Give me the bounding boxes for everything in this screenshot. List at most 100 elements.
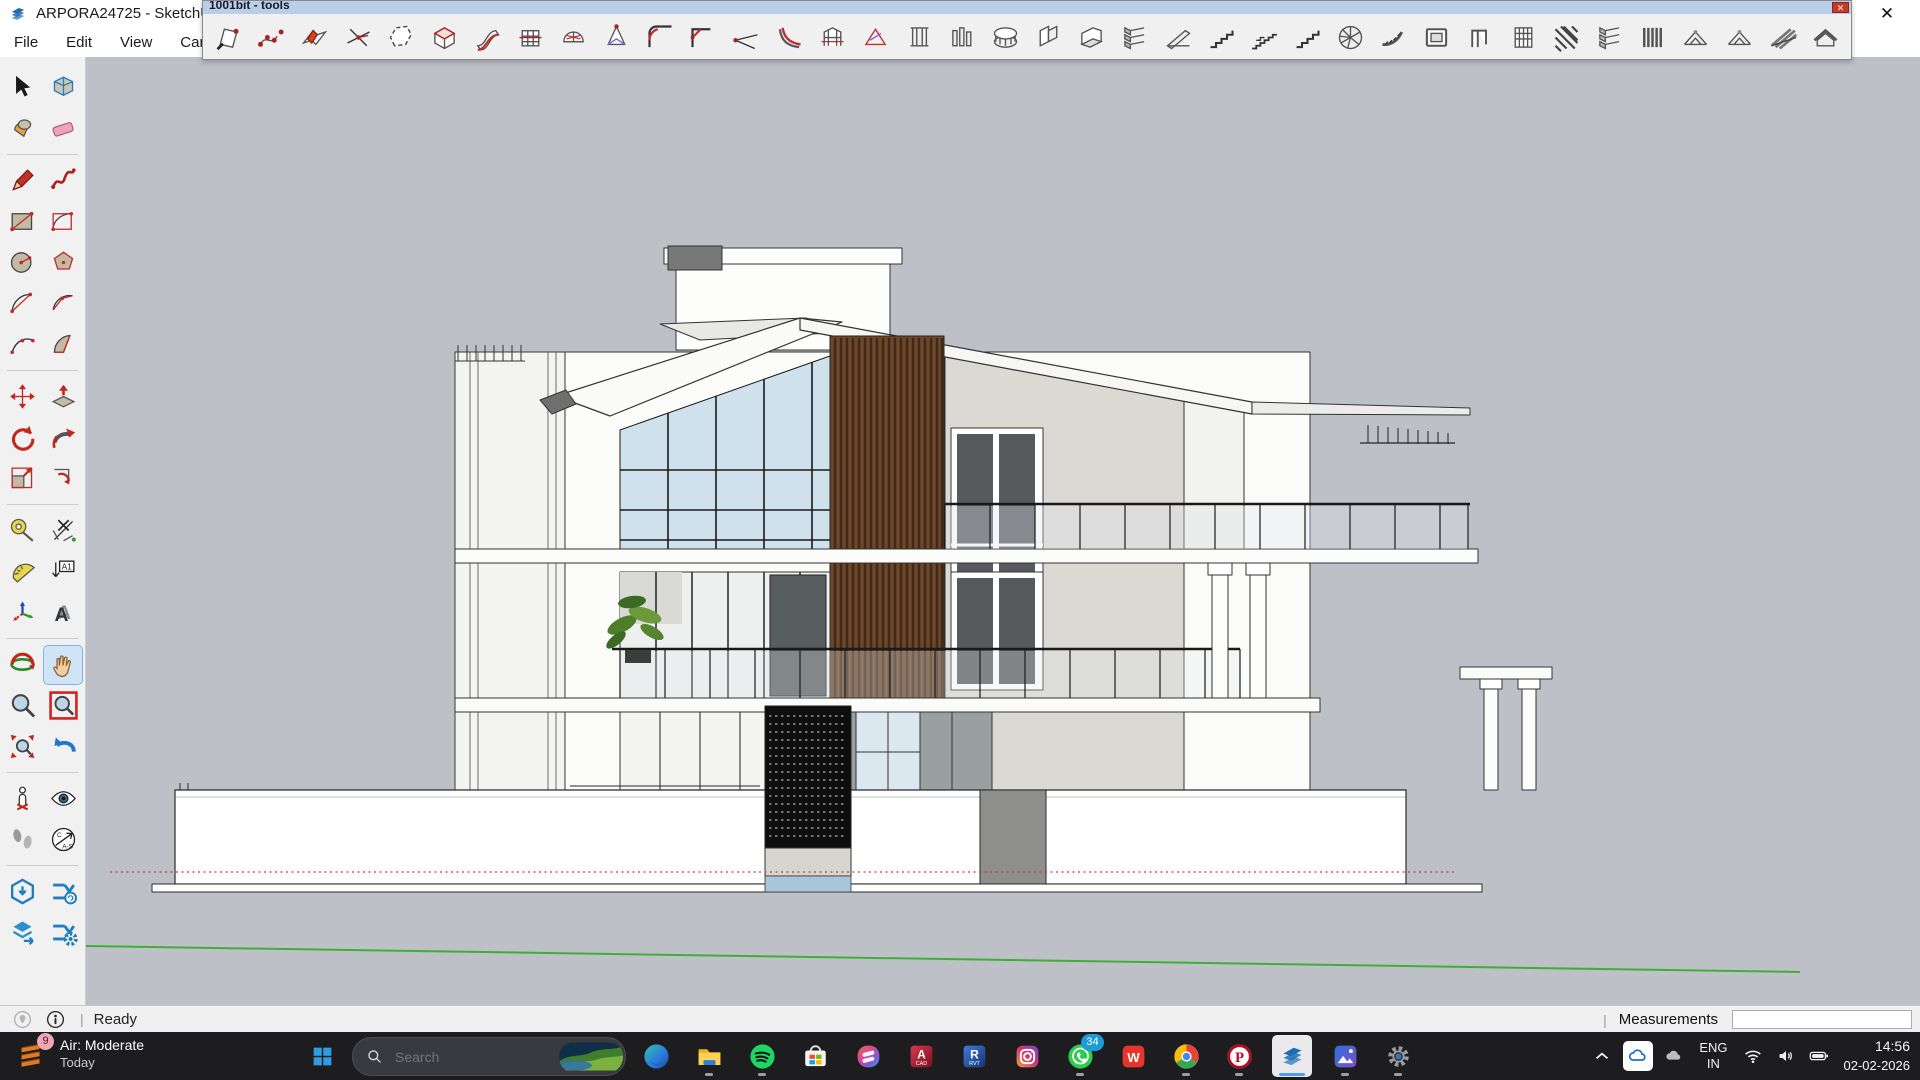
plugin-tool-rafter-array[interactable] (1761, 17, 1804, 57)
plugin-tool-solid-box[interactable] (423, 17, 466, 57)
tool-position-camera[interactable] (3, 780, 41, 818)
measurements-input[interactable] (1732, 1010, 1912, 1029)
tool-text[interactable] (44, 553, 82, 591)
tool-dimension[interactable] (44, 512, 82, 550)
plugin-tool-wall-wedge[interactable] (1070, 17, 1113, 57)
plugin-tool-louvre-stack[interactable] (1588, 17, 1631, 57)
tool-three-point-arc[interactable] (3, 326, 41, 364)
tool-zoom[interactable] (3, 687, 41, 725)
plugin-tool-chamfer-corner[interactable] (682, 17, 725, 57)
plugin-tool-dashed-face[interactable] (380, 17, 423, 57)
plugin-tool-curved-ribbon[interactable] (466, 17, 509, 57)
plugin-tool-face-with-point[interactable] (207, 17, 250, 57)
taskbar-app-sketchup[interactable] (1272, 1035, 1312, 1077)
taskbar-app-settings[interactable] (1378, 1035, 1418, 1077)
plugin-tool-sloped-plane[interactable] (854, 17, 897, 57)
plugin-toolbar-titlebar[interactable]: 1001bit - tools ✕ (203, 1, 1851, 14)
taskbar-app-pinterest[interactable] (1219, 1035, 1259, 1077)
plugin-tool-space-truss[interactable] (1674, 17, 1717, 57)
menu-file[interactable]: File (0, 34, 52, 51)
start-button[interactable] (305, 1040, 339, 1072)
model-viewport[interactable] (86, 57, 1920, 1005)
tray-chevron-icon[interactable] (1590, 1044, 1614, 1068)
plugin-tool-dome[interactable] (552, 17, 595, 57)
plugin-tool-window-grille[interactable] (1502, 17, 1545, 57)
tool-select[interactable] (3, 69, 41, 107)
plugin-tool-fillet-corner[interactable] (639, 17, 682, 57)
tool-extension-settings[interactable] (44, 914, 82, 952)
taskbar-search[interactable] (352, 1037, 626, 1076)
plugin-tool-truss-frame[interactable] (1717, 17, 1760, 57)
tool-look-around[interactable] (44, 780, 82, 818)
plugin-toolbar-close-button[interactable]: ✕ (1832, 2, 1849, 13)
tool-rotated-rectangle[interactable] (44, 203, 82, 241)
tool-protractor[interactable] (3, 553, 41, 591)
tool-follow-me[interactable] (44, 419, 82, 457)
search-input[interactable] (393, 1048, 547, 1066)
tool-extension-import[interactable] (3, 873, 41, 911)
taskbar-app-microsoft-store[interactable] (795, 1035, 835, 1077)
tool-3d-text[interactable] (44, 594, 82, 632)
tool-freehand[interactable] (44, 162, 82, 200)
taskbar-app-microsoft-edge[interactable] (636, 1035, 676, 1077)
tool-paint-bucket[interactable] (3, 110, 41, 148)
tool-push-pull[interactable] (44, 378, 82, 416)
tool-polygon[interactable] (44, 244, 82, 282)
volume-icon[interactable] (1774, 1044, 1798, 1068)
menu-edit[interactable]: Edit (52, 34, 106, 51)
tool-walk[interactable] (3, 821, 41, 859)
plugin-tool-vertical-fins[interactable] (1631, 17, 1674, 57)
help-info-icon[interactable] (45, 1009, 66, 1030)
plugin-tool-lattice-screen[interactable] (1545, 17, 1588, 57)
tool-orbit[interactable] (3, 646, 41, 684)
plugin-tool-ramp[interactable] (1156, 17, 1199, 57)
plugin-tool-window-frame[interactable] (1415, 17, 1458, 57)
plugin-tool-intersect-lines[interactable] (336, 17, 379, 57)
tool-eraser[interactable] (44, 110, 82, 148)
tool-tape-measure[interactable] (3, 512, 41, 550)
tool-scale[interactable] (3, 460, 41, 498)
plugin-tool-framed-box[interactable] (509, 17, 552, 57)
tool-pie[interactable] (44, 326, 82, 364)
plugin-tool-frame-cage[interactable] (811, 17, 854, 57)
taskbar-app-revit[interactable] (954, 1035, 994, 1077)
language-indicator[interactable]: ENG IN (1699, 1040, 1727, 1071)
plugin-tool-stair-landing[interactable] (1286, 17, 1329, 57)
tool-axes[interactable] (3, 594, 41, 632)
plugin-tool-extrude-flip[interactable] (293, 17, 336, 57)
taskbar-app-instagram[interactable] (1007, 1035, 1047, 1077)
tool-two-point-arc[interactable] (44, 285, 82, 323)
tool-extension-sync[interactable] (44, 873, 82, 911)
taskbar-app-chrome[interactable] (1166, 1035, 1206, 1077)
plugin-tool-colonnade[interactable] (898, 17, 941, 57)
tool-circle[interactable] (3, 244, 41, 282)
plugin-tool-spiral-stair[interactable] (1329, 17, 1372, 57)
plugin-tool-roof-panel[interactable] (1804, 17, 1847, 57)
plugin-tool-offset-curve[interactable] (768, 17, 811, 57)
tool-line[interactable] (3, 162, 41, 200)
taskbar-app-photos[interactable] (1325, 1035, 1365, 1077)
menu-view[interactable]: View (106, 34, 166, 51)
plugin-tool-curve-points[interactable] (250, 17, 293, 57)
tool-section-plane[interactable] (44, 821, 82, 859)
tool-arc[interactable] (3, 285, 41, 323)
tool-rotate[interactable] (3, 419, 41, 457)
geolocation-icon[interactable] (12, 1009, 33, 1030)
plugin-tool-stair-flight[interactable] (1243, 17, 1286, 57)
plugin-tool-circular-array[interactable] (984, 17, 1027, 57)
tool-rectangle[interactable] (3, 203, 41, 241)
plugin-tool-folded-panel[interactable] (1027, 17, 1070, 57)
wifi-icon[interactable] (1741, 1044, 1765, 1068)
tool-previous-view[interactable] (44, 728, 82, 766)
taskbar-app-whatsapp[interactable]: 34 (1060, 1035, 1100, 1077)
taskbar-app-spotify[interactable] (742, 1035, 782, 1077)
cloud-sync-icon[interactable] (1662, 1044, 1686, 1068)
plugin-tool-horizontal-louvres[interactable] (1113, 17, 1156, 57)
plugin-tool-column-group[interactable] (941, 17, 984, 57)
clock[interactable]: 14:56 02-02-2026 (1844, 1036, 1911, 1075)
tool-zoom-extents[interactable] (3, 728, 41, 766)
plugin-tool-staircase[interactable] (1200, 17, 1243, 57)
plugin-tool-door-frame[interactable] (1459, 17, 1502, 57)
tool-offset[interactable] (44, 460, 82, 498)
plugin-tool-curved-stair[interactable] (1372, 17, 1415, 57)
